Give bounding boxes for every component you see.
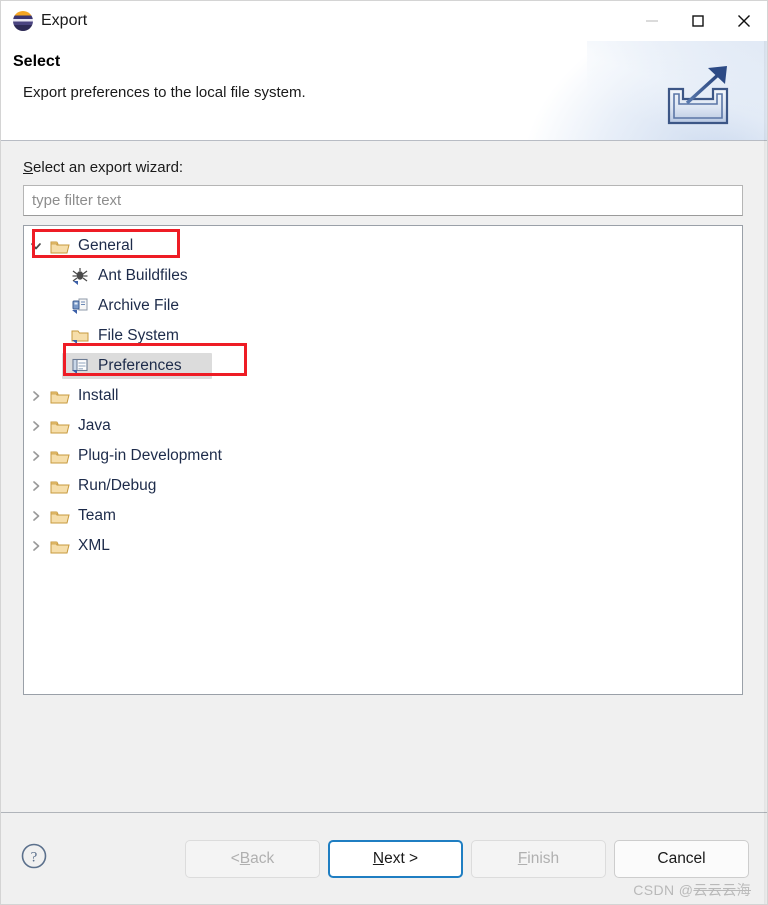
wizard-select-label: Select an export wizard: <box>23 159 743 176</box>
tree-item-label: XML <box>78 537 110 554</box>
help-question-icon: ? <box>20 842 48 875</box>
wizard-nav-buttons: < Back Next > Finish Cancel <box>185 839 749 878</box>
tree-item-archive-file[interactable]: Archive File <box>24 291 742 321</box>
svg-text:?: ? <box>31 850 38 866</box>
next-button-suffix: ext > <box>384 849 419 867</box>
export-wizard-tree[interactable]: General Ant Buildfiles Archive File File… <box>23 225 743 695</box>
back-button[interactable]: < Back <box>185 839 320 878</box>
close-button[interactable] <box>721 1 767 41</box>
open-folder-icon <box>48 448 72 465</box>
window-title: Export <box>41 12 88 29</box>
watermark-author: 云云云海 <box>693 882 751 898</box>
back-button-prefix: < <box>230 849 240 867</box>
maximize-icon <box>691 14 705 28</box>
folder-icon <box>68 327 92 345</box>
back-button-suffix: ack <box>250 849 275 867</box>
tree-item-team[interactable]: Team <box>24 501 742 531</box>
tree-item-preferences[interactable]: Preferences <box>24 351 742 381</box>
tree-item-label: Run/Debug <box>78 477 157 494</box>
cancel-button[interactable]: Cancel <box>614 839 749 878</box>
archive-file-icon <box>68 297 92 315</box>
title-bar-left: Export <box>1 11 87 31</box>
wizard-select-label-mnemonic: S <box>23 159 34 176</box>
open-folder-icon <box>48 538 72 555</box>
chevron-right-icon[interactable] <box>24 450 48 462</box>
next-button-mnemonic: N <box>372 849 385 867</box>
finish-button[interactable]: Finish <box>471 839 606 878</box>
chevron-right-icon[interactable] <box>24 390 48 402</box>
cancel-button-label: Cancel <box>657 849 706 867</box>
tree-item-run-debug[interactable]: Run/Debug <box>24 471 742 501</box>
open-folder-icon <box>48 238 72 255</box>
tree-item-label: File System <box>98 327 179 344</box>
help-button[interactable]: ? <box>19 842 49 875</box>
chevron-right-icon[interactable] <box>24 420 48 432</box>
finish-button-suffix: inish <box>527 849 560 867</box>
tree-item-ant-buildfiles[interactable]: Ant Buildfiles <box>24 261 742 291</box>
title-bar: Export <box>1 1 767 41</box>
wizard-select-label-rest: elect an export wizard: <box>33 159 184 176</box>
next-button[interactable]: Next > <box>328 839 463 878</box>
open-folder-icon <box>48 418 72 435</box>
tree-item-label: Preferences <box>98 357 182 374</box>
tree-item-xml[interactable]: XML <box>24 531 742 561</box>
back-button-mnemonic: B <box>239 849 251 867</box>
tree-item-label: Java <box>78 417 111 434</box>
preferences-icon <box>68 357 92 375</box>
tree-item-label: Plug-in Development <box>78 447 222 464</box>
export-tray-arrow-icon <box>661 63 739 131</box>
chevron-right-icon[interactable] <box>24 540 48 552</box>
tree-item-plugin-development[interactable]: Plug-in Development <box>24 441 742 471</box>
tree-item-label: Install <box>78 387 119 404</box>
eclipse-logo-icon <box>13 11 33 31</box>
page-description: Export preferences to the local file sys… <box>23 84 306 101</box>
watermark-prefix: CSDN @ <box>633 882 694 898</box>
tree-item-file-system[interactable]: File System <box>24 321 742 351</box>
minimize-icon <box>645 14 659 28</box>
wizard-header: Select Export preferences to the local f… <box>1 41 767 141</box>
dialog-button-bar: ? < Back Next > Finish Cancel CSDN @云云云海 <box>1 812 767 904</box>
chevron-right-icon[interactable] <box>24 510 48 522</box>
tree-item-label: Team <box>78 507 116 524</box>
ant-buildfile-icon <box>68 267 92 285</box>
minimize-button[interactable] <box>629 1 675 41</box>
page-title: Select <box>13 53 61 70</box>
chevron-right-icon[interactable] <box>24 480 48 492</box>
finish-button-mnemonic: F <box>517 849 528 867</box>
window-controls <box>629 1 767 41</box>
tree-item-label: Ant Buildfiles <box>98 267 188 284</box>
chevron-down-icon[interactable] <box>24 240 48 252</box>
dialog-body: Select an export wizard: General <box>1 141 767 812</box>
open-folder-icon <box>48 478 72 495</box>
maximize-button[interactable] <box>675 1 721 41</box>
tree-item-label: General <box>78 237 134 254</box>
tree-item-java[interactable]: Java <box>24 411 742 441</box>
tree-item-label: Archive File <box>98 297 179 314</box>
open-folder-icon <box>48 388 72 405</box>
export-wizard-dialog: Export Select Export preferences to the … <box>0 0 768 905</box>
open-folder-icon <box>48 508 72 525</box>
tree-item-install[interactable]: Install <box>24 381 742 411</box>
watermark: CSDN @云云云海 <box>633 880 751 900</box>
close-icon <box>736 13 752 29</box>
tree-item-general[interactable]: General <box>24 231 742 261</box>
background-window-edge <box>764 41 767 904</box>
search-input[interactable] <box>23 185 743 216</box>
